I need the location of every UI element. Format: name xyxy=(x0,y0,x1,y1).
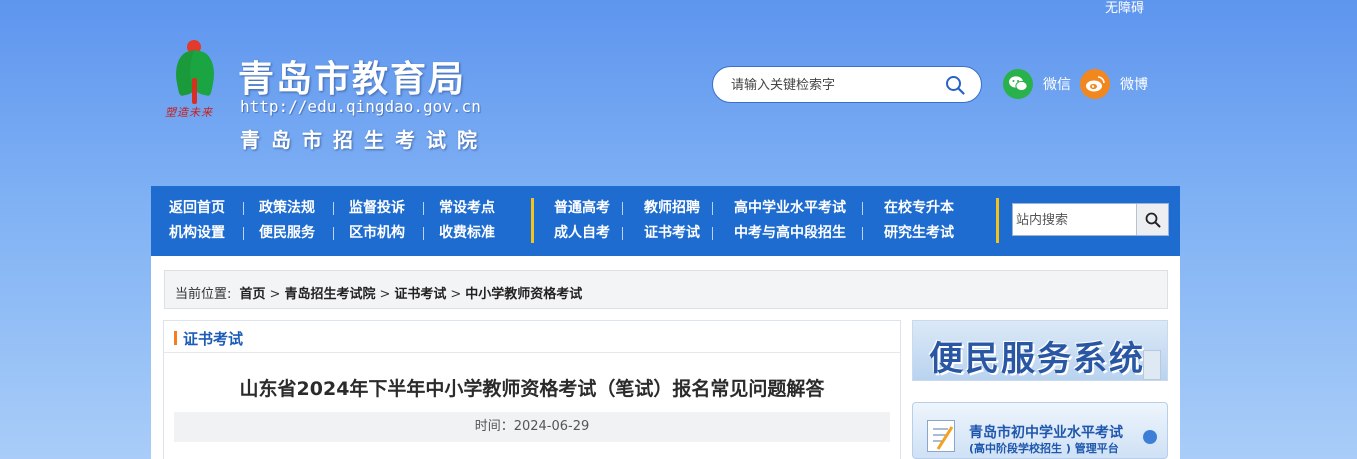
weibo-label: 微博 xyxy=(1120,77,1148,93)
nav-item[interactable]: 教师招聘 xyxy=(622,198,718,218)
weibo-link[interactable]: 微博 xyxy=(1080,69,1148,99)
breadcrumb-home[interactable]: 首页 xyxy=(240,287,266,302)
nav-item[interactable]: 研究生考试 xyxy=(862,223,978,243)
section-label[interactable]: 证书考试 xyxy=(183,330,243,348)
site-subtitle: 青岛市招生考试院 xyxy=(240,128,488,152)
search-icon[interactable] xyxy=(945,75,965,95)
logo-motto: 塑造未来 xyxy=(165,106,213,119)
section-heading: 证书考试 xyxy=(164,321,900,353)
header-search-input[interactable] xyxy=(731,75,931,95)
nav-divider xyxy=(531,198,534,243)
breadcrumb: 当前位置: 首页 > 青岛招生考试院 > 证书考试 > 中小学教师资格考试 xyxy=(164,270,1168,309)
accessibility-link[interactable]: 无障碍 xyxy=(1105,0,1144,16)
nav-item[interactable]: 政策法规 xyxy=(243,198,333,218)
breadcrumb-item[interactable]: 青岛招生考试院 xyxy=(284,287,375,302)
nav-item[interactable]: 返回首页 xyxy=(153,198,243,218)
nav-item[interactable]: 常设考点 xyxy=(423,198,513,218)
exam-platform-banner[interactable]: 青岛市初中学业水平考试 (高中阶段学校招生 ) 管理平台 xyxy=(912,402,1168,459)
header-search-box xyxy=(712,66,982,103)
breadcrumb-sep: > xyxy=(450,287,462,302)
nav-item[interactable]: 成人自考 xyxy=(538,223,628,243)
bureau-logo-icon: 塑造未来 xyxy=(165,38,225,122)
document-pencil-icon xyxy=(927,420,955,452)
section-marker xyxy=(174,331,177,345)
wechat-icon xyxy=(1003,69,1033,99)
nav-item[interactable]: 普通高考 xyxy=(538,198,628,218)
platform-title: 青岛市初中学业水平考试 xyxy=(969,425,1123,441)
main-navbar: 返回首页 政策法规 监督投诉 常设考点 机构设置 便民服务 区市机构 收费标准 … xyxy=(151,186,1180,256)
nav-item[interactable]: 收费标准 xyxy=(423,223,513,243)
wechat-link[interactable]: 微信 xyxy=(1003,69,1071,99)
weibo-icon xyxy=(1080,69,1110,99)
nav-divider xyxy=(996,198,999,243)
banner-title: 便民服务系统 xyxy=(929,339,1145,379)
article-panel: 证书考试 山东省2024年下半年中小学教师资格考试（笔试）报名常见问题解答 时间… xyxy=(163,320,901,459)
breadcrumb-label: 当前位置: xyxy=(175,287,232,302)
breadcrumb-sep: > xyxy=(379,287,391,302)
nav-item[interactable]: 高中学业水平考试 xyxy=(712,198,868,218)
article-date: 时间：2024-06-29 xyxy=(174,412,890,442)
service-system-banner[interactable]: 便民服务系统 xyxy=(912,320,1168,381)
site-search-input[interactable] xyxy=(1016,211,1134,229)
arrow-right-icon xyxy=(1143,430,1157,444)
breadcrumb-current[interactable]: 中小学教师资格考试 xyxy=(465,287,582,302)
site-title: 青岛市教育局 xyxy=(238,59,467,100)
nav-item[interactable]: 区市机构 xyxy=(333,223,423,243)
nav-item[interactable]: 监督投诉 xyxy=(333,198,423,218)
nav-item[interactable]: 证书考试 xyxy=(622,223,718,243)
wechat-label: 微信 xyxy=(1043,77,1071,93)
breadcrumb-item[interactable]: 证书考试 xyxy=(394,287,446,302)
breadcrumb-sep: > xyxy=(269,287,281,302)
nav-group-right: 普通高考 教师招聘 高中学业水平考试 在校专升本 成人自考 证书考试 中考与高中… xyxy=(538,198,978,243)
building-icon xyxy=(1143,350,1161,380)
nav-item[interactable]: 便民服务 xyxy=(243,223,333,243)
article-title: 山东省2024年下半年中小学教师资格考试（笔试）报名常见问题解答 xyxy=(239,378,825,400)
nav-item[interactable]: 机构设置 xyxy=(153,223,243,243)
platform-subtitle: (高中阶段学校招生 ) 管理平台 xyxy=(969,442,1119,455)
site-search-box xyxy=(1012,203,1169,236)
search-icon xyxy=(1145,212,1160,227)
nav-item[interactable]: 在校专升本 xyxy=(862,198,978,218)
nav-item[interactable]: 中考与高中段招生 xyxy=(712,223,868,243)
site-search-button[interactable] xyxy=(1136,204,1168,235)
nav-group-left: 返回首页 政策法规 监督投诉 常设考点 机构设置 便民服务 区市机构 收费标准 xyxy=(153,198,513,243)
site-url: http://edu.qingdao.gov.cn xyxy=(240,97,481,116)
